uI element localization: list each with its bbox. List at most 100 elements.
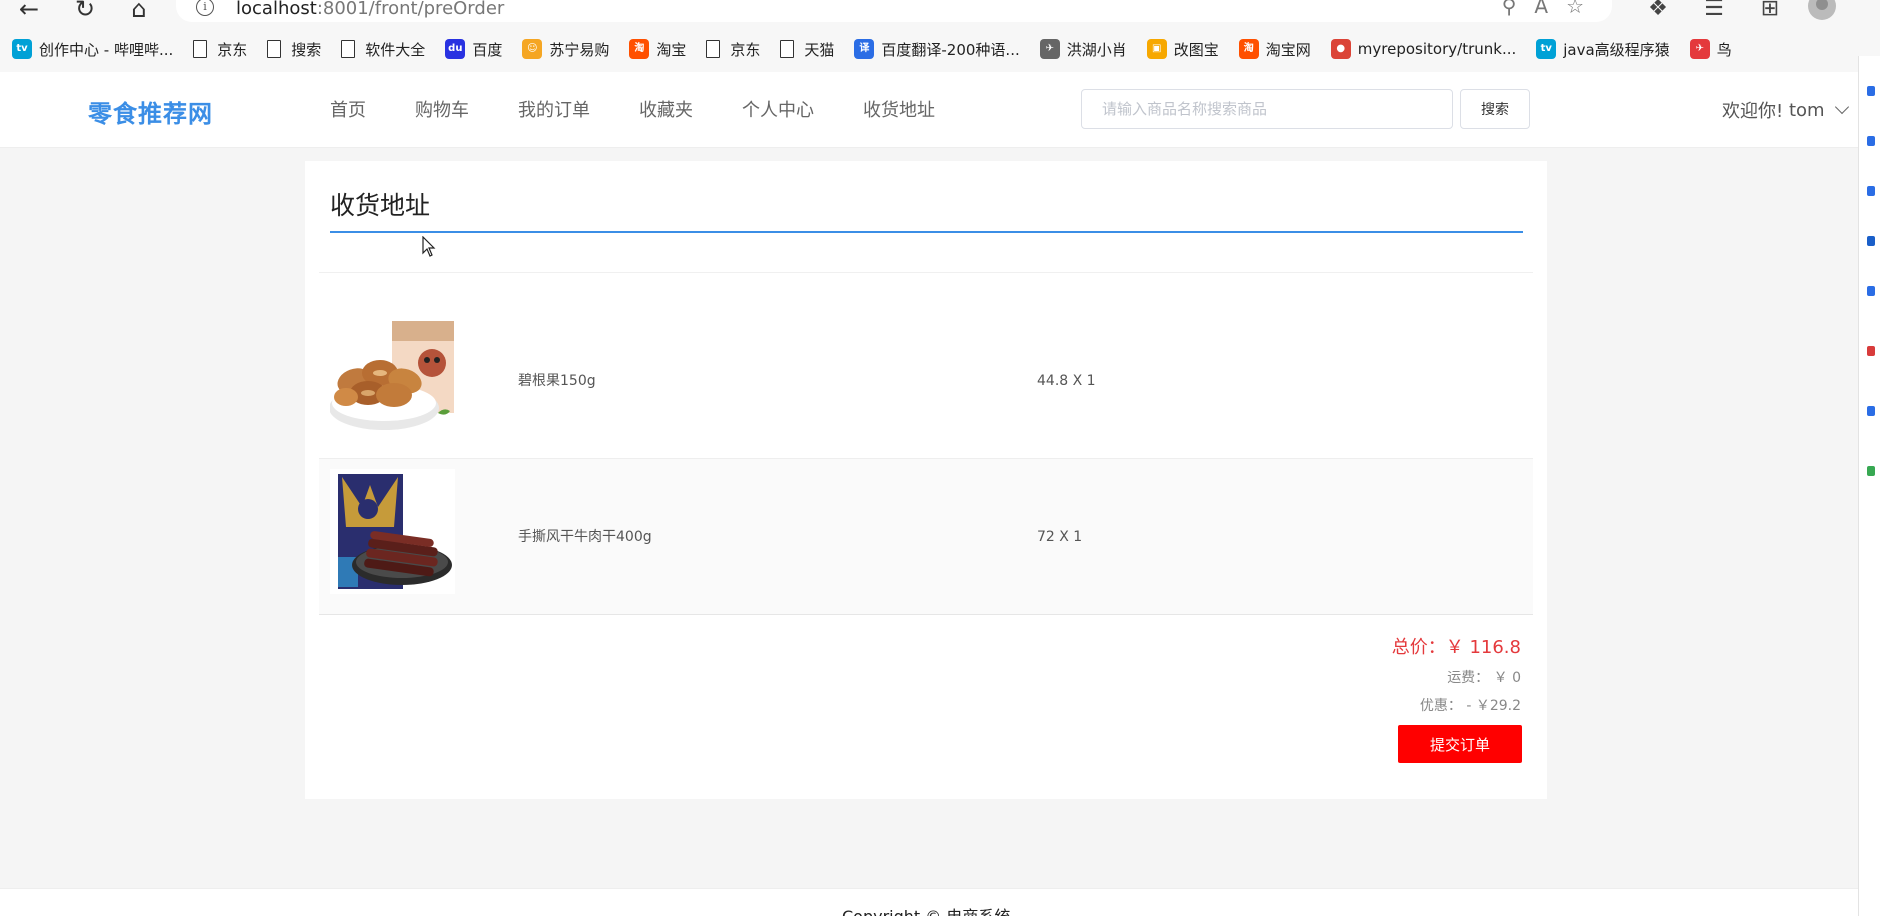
page-icon	[267, 40, 282, 58]
site-header: 零食推荐网 首页 购物车 我的订单 收藏夹 个人中心 收货地址 搜索 欢迎你! …	[0, 72, 1858, 148]
address-tools: ⚲A☆	[1502, 0, 1602, 18]
add-favorite-icon[interactable]: ☆	[1566, 0, 1602, 18]
bookmark-item[interactable]: ✈ 鸟	[1689, 39, 1732, 60]
username: tom	[1788, 99, 1825, 121]
bookmark-item[interactable]: 搜索	[267, 39, 321, 60]
bookmark-label: java高级程序猿	[1563, 40, 1670, 59]
bookmark-label: 改图宝	[1173, 40, 1219, 59]
bookmark-item[interactable]: ☺ 苏宁易购	[522, 39, 609, 60]
page-icon	[780, 40, 795, 58]
favorites-icon[interactable]: ☰	[1686, 0, 1742, 21]
bookmark-label: 淘宝网	[1265, 40, 1311, 59]
main-nav: 首页 购物车 我的订单 收藏夹 个人中心 收货地址	[330, 96, 984, 122]
title-underline	[330, 231, 1523, 233]
site-footer: Copyright © 电商系统	[0, 888, 1858, 916]
bookmark-label: 淘宝	[656, 40, 687, 59]
bookmark-label: 创作中心 - 哔哩哔...	[39, 40, 174, 59]
back-icon[interactable]: ←	[14, 0, 44, 24]
search-button[interactable]: 搜索	[1460, 89, 1530, 129]
nav-address[interactable]: 收货地址	[863, 96, 935, 122]
bookmark-item[interactable]: ✈ 洪湖小肖	[1039, 39, 1127, 60]
order-item-row: 碧根果150g 44.8 X 1	[319, 303, 1533, 459]
bookmark-label: 京东	[217, 40, 248, 59]
edge-sidebar	[1858, 56, 1880, 916]
order-item-row: 手撕风干牛肉干400g 72 X 1	[319, 459, 1533, 615]
bookmark-item[interactable]: 淘淘宝网	[1238, 39, 1311, 60]
item-price-quantity: 44.8 X 1	[1037, 373, 1096, 389]
extensions-icon[interactable]: ❖	[1630, 0, 1686, 21]
address-row: ← ↻ ⌂ i localhost:8001/front/preOrder ⚲A…	[0, 0, 1880, 28]
order-card: 收货地址 碧根果150g 44.8 X 1 手撕风干牛肉干400g 72 X 1…	[305, 161, 1547, 799]
bookmarks-bar: tv 创作中心 - 哔哩哔... 京东 搜索 软件大全 du 百度 ☺ 苏宁易购淘淘宝 京东 天猫译…	[0, 34, 1880, 64]
sidebar-app-icon[interactable]	[1867, 286, 1875, 296]
bookmark-item[interactable]: du 百度	[445, 39, 502, 60]
home-icon[interactable]: ⌂	[124, 0, 154, 24]
profile-avatar[interactable]	[1808, 0, 1836, 20]
product-image-pecan[interactable]	[330, 313, 455, 438]
bookmark-label: myrepository/trunk...	[1357, 40, 1517, 58]
page-icon	[706, 40, 721, 58]
copyright-text: Copyright © 电商系统	[842, 903, 1010, 916]
item-name: 碧根果150g	[518, 373, 596, 389]
read-aloud-icon[interactable]: A	[1534, 0, 1566, 18]
total-price: 总价：￥ 116.8	[1391, 637, 1521, 658]
chrome-icon: ●	[1330, 39, 1351, 59]
taobao-icon: 淘	[629, 39, 650, 59]
bookmark-label: 百度翻译-200种语...	[881, 40, 1020, 59]
bird-icon: ✈	[1689, 39, 1710, 59]
bookmark-label: 百度	[472, 40, 503, 59]
sidebar-app-icon[interactable]	[1867, 86, 1875, 96]
shipping-fee: 运费： ￥ 0	[1447, 670, 1521, 686]
sidebar-app-icon[interactable]	[1867, 406, 1875, 416]
sidebar-app-icon[interactable]	[1867, 346, 1875, 356]
page-icon	[193, 40, 208, 58]
nav-home[interactable]: 首页	[330, 96, 366, 122]
bookmark-item[interactable]: 天猫	[780, 39, 834, 60]
sidebar-app-icon[interactable]	[1867, 236, 1875, 246]
collections-icon[interactable]: ⊞	[1742, 0, 1798, 21]
product-image-beef-jerky[interactable]	[330, 469, 455, 594]
bilibili-icon: tv	[12, 39, 32, 59]
bookmark-item[interactable]: tv 创作中心 - 哔哩哔...	[12, 39, 173, 60]
bookmark-item[interactable]: 京东	[706, 39, 760, 60]
translate-icon: 译	[854, 39, 875, 59]
bookmark-label: 苏宁易购	[549, 40, 610, 59]
nav-my-orders[interactable]: 我的订单	[518, 96, 590, 122]
bookmark-item[interactable]: tv java高级程序猿	[1536, 39, 1670, 60]
site-logo[interactable]: 零食推荐网	[88, 94, 213, 129]
address-bar[interactable]: i localhost:8001/front/preOrder ⚲A☆	[176, 0, 1612, 22]
bookmark-item[interactable]: 译百度翻译-200种语...	[854, 39, 1020, 60]
chevron-down-icon	[1834, 99, 1849, 115]
gaitubao-icon: ▣	[1146, 39, 1167, 59]
submit-order-button[interactable]: 提交订单	[1398, 725, 1522, 763]
sidebar-app-icon[interactable]	[1867, 466, 1875, 476]
nav-profile[interactable]: 个人中心	[742, 96, 814, 122]
reload-icon[interactable]: ↻	[70, 0, 100, 24]
sidebar-app-icon[interactable]	[1867, 186, 1875, 196]
bookmark-item[interactable]: 京东	[193, 39, 247, 60]
nav-cart[interactable]: 购物车	[415, 96, 469, 122]
page-icon	[341, 40, 356, 58]
bookmark-item[interactable]: ● myrepository/trunk...	[1330, 39, 1517, 59]
bilibili-icon: tv	[1536, 39, 1557, 59]
bookmark-item[interactable]: ▣ 改图宝	[1146, 39, 1219, 60]
search-input[interactable]	[1081, 89, 1453, 129]
order-summary: 总价：￥ 116.8 运费： ￥ 0 优惠： - ￥29.2	[1392, 633, 1521, 723]
browser-toolbar: ❖ ☰ ⊞	[1630, 0, 1798, 21]
bookmark-item[interactable]: 软件大全	[341, 39, 425, 60]
suning-icon: ☺	[522, 39, 543, 59]
welcome-text: 欢迎你!	[1722, 101, 1784, 122]
site-info-icon[interactable]: i	[196, 0, 214, 16]
bookmark-label: 鸟	[1716, 40, 1732, 59]
bookmark-item[interactable]: 淘淘宝	[629, 39, 686, 60]
browser-chrome: ← ↻ ⌂ i localhost:8001/front/preOrder ⚲A…	[0, 0, 1880, 72]
divider	[319, 272, 1533, 273]
user-menu[interactable]: 欢迎你! tom	[1722, 97, 1849, 123]
nav-favorites[interactable]: 收藏夹	[639, 96, 693, 122]
key-icon[interactable]: ⚲	[1502, 0, 1535, 18]
bookmark-label: 软件大全	[365, 40, 426, 59]
sidebar-app-icon[interactable]	[1867, 136, 1875, 146]
taobao-icon: 淘	[1238, 39, 1259, 59]
url-text[interactable]: localhost:8001/front/preOrder	[236, 0, 504, 19]
item-price-quantity: 72 X 1	[1037, 529, 1083, 545]
